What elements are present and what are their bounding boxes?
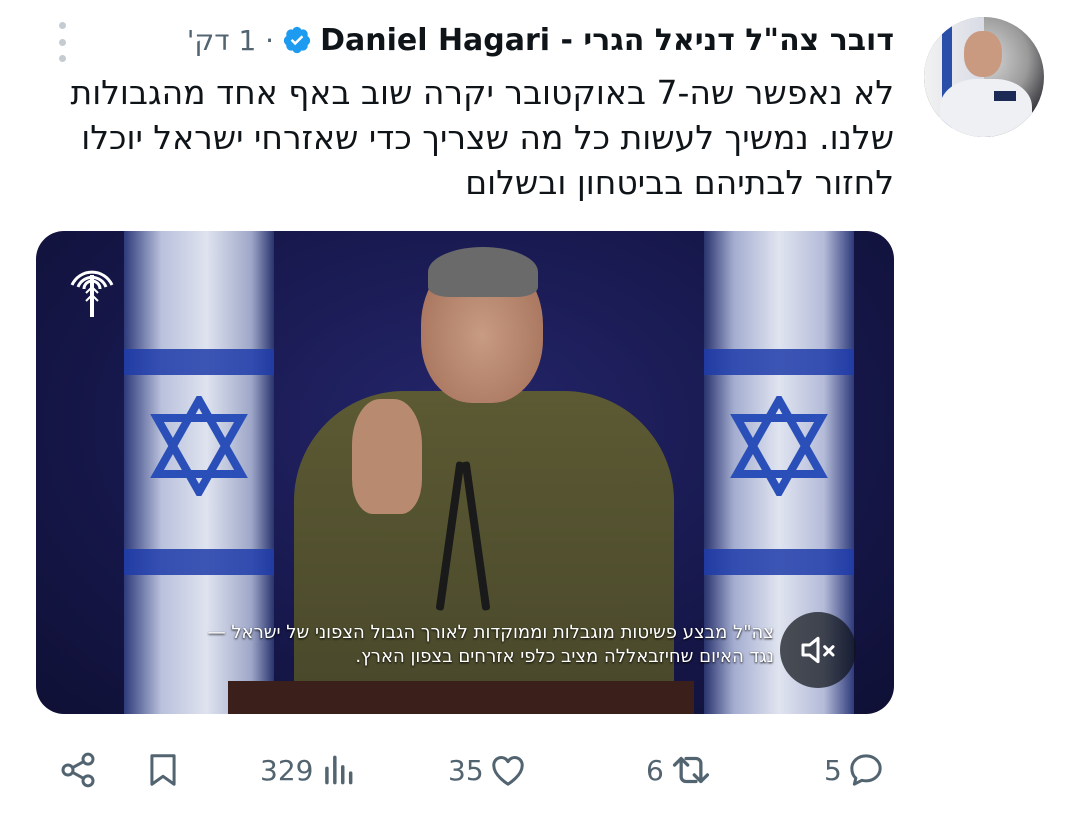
subtitle-line-2: נגד האיום שחיזבאללה מציב כלפי אזרחים בצפ… bbox=[355, 646, 774, 667]
timestamp[interactable]: · 1 דק' bbox=[187, 24, 274, 57]
speaker-hair bbox=[428, 247, 538, 297]
views-chart-icon bbox=[325, 755, 353, 785]
tweet-header: דובר צה"ל דניאל הגרי - Daniel Hagari · 1… bbox=[187, 18, 894, 62]
views-button[interactable]: 329 bbox=[260, 742, 357, 798]
display-name[interactable]: דובר צה"ל דניאל הגרי - Daniel Hagari bbox=[320, 23, 894, 58]
avatar-uniform bbox=[940, 79, 1032, 137]
share-icon bbox=[61, 752, 95, 788]
views-count: 329 bbox=[260, 753, 314, 787]
avatar[interactable] bbox=[924, 17, 1044, 137]
video-subtitle: צה"ל מבצע פשיטות מוגבלות וממוקדות לאורך … bbox=[146, 621, 774, 669]
video-player[interactable]: צה"ל מבצע פשיטות מוגבלות וממוקדות לאורך … bbox=[36, 231, 894, 714]
likes-count: 35 bbox=[448, 753, 484, 787]
podium bbox=[228, 681, 694, 714]
subtitle-line-1: צה"ל מבצע פשיטות מוגבלות וממוקדות לאורך … bbox=[207, 622, 774, 643]
replies-count: 5 bbox=[824, 753, 842, 787]
action-bar: 329 35 6 5 bbox=[0, 742, 1080, 798]
bookmark-button[interactable] bbox=[144, 742, 182, 798]
more-vertical-icon[interactable] bbox=[52, 22, 72, 62]
tweet-text: לא נאפשר שה-7 באוקטובר יקרה שוב באף אחד … bbox=[70, 73, 895, 202]
mute-icon bbox=[801, 636, 835, 664]
mute-button[interactable] bbox=[780, 612, 856, 688]
repost-button[interactable]: 6 bbox=[646, 742, 714, 798]
verified-badge-icon bbox=[282, 25, 312, 55]
idf-logo-icon bbox=[70, 270, 114, 317]
reply-button[interactable]: 5 bbox=[824, 742, 886, 798]
heart-icon bbox=[491, 756, 524, 786]
avatar-insignia bbox=[994, 91, 1016, 101]
repost-icon bbox=[672, 756, 709, 784]
speaker-hand bbox=[352, 399, 422, 514]
reply-icon bbox=[850, 754, 882, 786]
bookmark-icon bbox=[150, 754, 176, 786]
like-button[interactable]: 35 bbox=[448, 742, 528, 798]
reposts-count: 6 bbox=[646, 753, 664, 787]
avatar-face bbox=[964, 31, 1002, 77]
share-button[interactable] bbox=[58, 742, 98, 798]
